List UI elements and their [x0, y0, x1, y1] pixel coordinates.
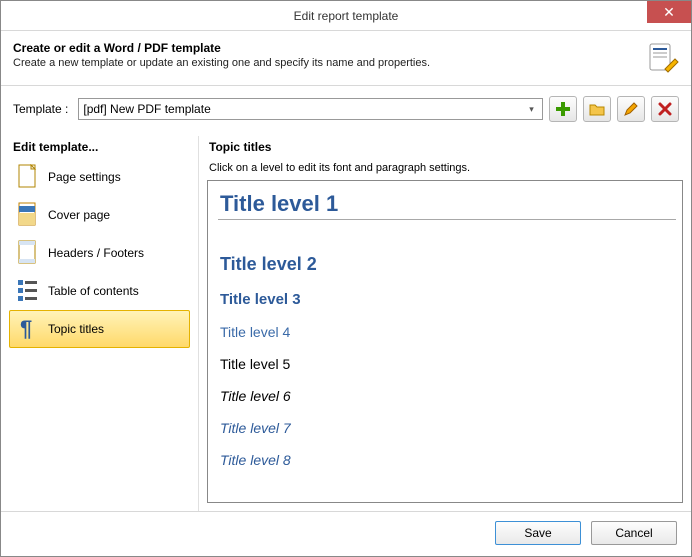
template-label: Template : — [13, 102, 68, 116]
template-selected-value: [pdf] New PDF template — [83, 102, 210, 116]
open-template-button[interactable] — [583, 96, 611, 122]
sidebar-item-topic-titles[interactable]: ¶ Topic titles — [9, 310, 190, 348]
delete-template-button[interactable] — [651, 96, 679, 122]
sidebar-item-label: Headers / Footers — [48, 246, 144, 260]
header-footer-icon — [16, 239, 40, 267]
sidebar: Edit template... Page settings Cover pag… — [1, 136, 199, 511]
x-icon — [658, 102, 672, 116]
save-button-label: Save — [524, 526, 551, 540]
dialog-footer: Save Cancel — [1, 512, 691, 554]
sidebar-item-cover-page[interactable]: Cover page — [9, 196, 190, 234]
close-icon: ✕ — [663, 4, 675, 21]
title-level-2[interactable]: Title level 2 — [218, 248, 676, 285]
title-level-5[interactable]: Title level 5 — [218, 350, 676, 382]
add-icon — [555, 101, 571, 117]
sidebar-item-toc[interactable]: Table of contents — [9, 272, 190, 310]
title-level-3[interactable]: Title level 3 — [218, 285, 676, 318]
close-button[interactable]: ✕ — [647, 1, 691, 23]
window-title: Edit report template — [1, 9, 691, 23]
folder-icon — [589, 101, 605, 117]
toc-icon — [16, 277, 40, 305]
title-level-8[interactable]: Title level 8 — [218, 446, 676, 478]
cancel-button-label: Cancel — [615, 526, 652, 540]
header-title: Create or edit a Word / PDF template — [13, 41, 639, 55]
sidebar-title: Edit template... — [9, 136, 190, 158]
titlebar: Edit report template ✕ — [1, 1, 691, 31]
title-level-4[interactable]: Title level 4 — [218, 318, 676, 350]
sidebar-item-label: Table of contents — [48, 284, 139, 298]
save-button[interactable]: Save — [495, 521, 581, 545]
template-edit-icon — [647, 41, 679, 73]
title-level-7[interactable]: Title level 7 — [218, 414, 676, 446]
chevron-down-icon: ▾ — [523, 101, 540, 117]
sidebar-item-headers-footers[interactable]: Headers / Footers — [9, 234, 190, 272]
header-text: Create or edit a Word / PDF template Cre… — [13, 41, 639, 69]
page-icon — [16, 163, 40, 191]
sidebar-item-page-settings[interactable]: Page settings — [9, 158, 190, 196]
content-subtitle: Click on a level to edit its font and pa… — [207, 158, 683, 180]
template-select[interactable]: [pdf] New PDF template ▾ — [78, 98, 543, 120]
sidebar-item-label: Topic titles — [48, 322, 104, 336]
cancel-button[interactable]: Cancel — [591, 521, 677, 545]
cover-icon — [16, 201, 40, 229]
title-level-6[interactable]: Title level 6 — [218, 382, 676, 414]
sidebar-item-label: Page settings — [48, 170, 121, 184]
title-level-1[interactable]: Title level 1 — [218, 185, 676, 220]
header-subtitle: Create a new template or update an exist… — [13, 57, 639, 69]
add-template-button[interactable] — [549, 96, 577, 122]
edit-template-button[interactable] — [617, 96, 645, 122]
header-panel: Create or edit a Word / PDF template Cre… — [1, 31, 691, 86]
svg-text:¶: ¶ — [20, 316, 32, 341]
pilcrow-icon: ¶ — [16, 315, 40, 343]
body-panel: Edit template... Page settings Cover pag… — [1, 136, 691, 512]
content-panel: Topic titles Click on a level to edit it… — [199, 136, 691, 511]
sidebar-item-label: Cover page — [48, 208, 110, 222]
template-row: Template : [pdf] New PDF template ▾ — [1, 86, 691, 136]
pencil-icon — [623, 101, 639, 117]
content-title: Topic titles — [207, 136, 683, 158]
levels-list[interactable]: Title level 1 Title level 2 Title level … — [207, 180, 683, 503]
